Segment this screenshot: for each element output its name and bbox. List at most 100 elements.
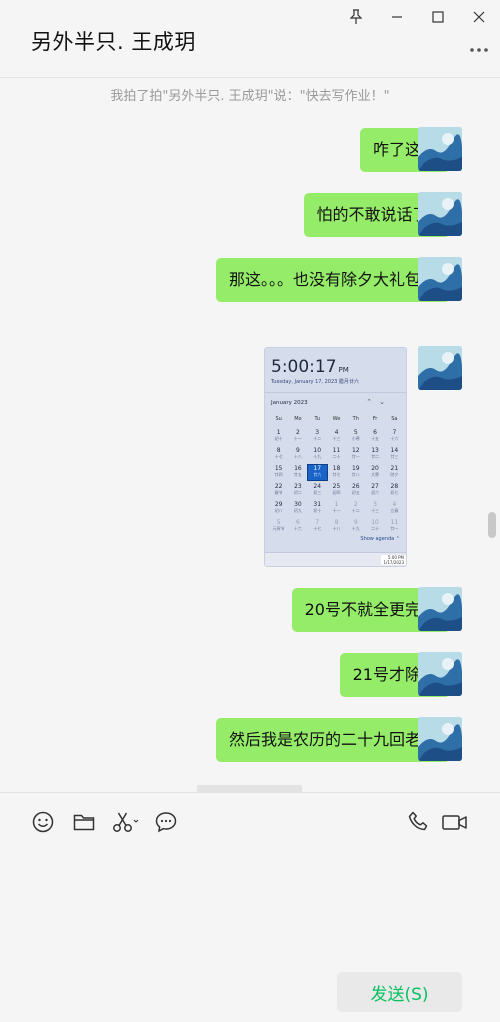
avatar[interactable] — [418, 257, 462, 301]
calendar-day: 24 初三 — [308, 483, 327, 498]
pin-icon — [349, 9, 363, 24]
calendar-lunar-date: 元宵节 — [272, 526, 285, 531]
calendar-day-number: 7 — [392, 429, 397, 436]
calendar-day: 21 除夕 — [385, 465, 404, 480]
taskbar: 5:00 PM 1/17/2023 — [265, 552, 406, 566]
calendar-day-number: 8 — [334, 519, 339, 526]
pin-button[interactable] — [343, 4, 369, 30]
close-button[interactable] — [466, 4, 492, 30]
chat-history-button[interactable] — [153, 809, 179, 835]
avatar[interactable] — [418, 652, 462, 696]
calendar-day-number: 18 — [332, 465, 341, 472]
calendar-lunar-date: 初三 — [313, 490, 322, 495]
calendar-day-number: 28 — [390, 483, 399, 490]
calendar-weekday: Th — [352, 416, 359, 422]
divider — [265, 392, 406, 393]
message-row: 咋了这是 — [32, 128, 462, 172]
calendar-lunar-date: 初六 — [371, 490, 380, 495]
calendar-day-number: 9 — [296, 447, 300, 454]
chat-bubble-icon — [155, 812, 177, 833]
scissors-icon — [113, 812, 139, 832]
calendar-day: 17 廿六 — [306, 464, 328, 481]
image-message-calendar[interactable]: 5:00:17 PM Tuesday, January 17, 2023 腊月廿六… — [264, 347, 407, 567]
avatar[interactable] — [418, 587, 462, 631]
message-row: 21号才除夕 — [32, 653, 462, 697]
avatar-image — [418, 127, 462, 171]
calendar-lunar-date: 初八 — [274, 508, 283, 513]
calendar-lunar-date: 十七 — [274, 454, 283, 459]
calendar-day: 26 初五 — [346, 483, 365, 498]
minimize-button[interactable] — [384, 4, 410, 30]
calendar-day: 6 十五 — [365, 429, 384, 444]
more-options-button[interactable] — [468, 40, 490, 54]
calendar-day: 11 二十 — [327, 447, 346, 462]
calendar-day: 27 初六 — [365, 483, 384, 498]
calendar-lunar-date: 十六 — [293, 526, 302, 531]
message-bubble[interactable]: 然后我是农历的二十九回老家 — [215, 718, 457, 762]
file-button[interactable] — [71, 809, 97, 835]
emoji-icon — [32, 811, 54, 833]
calendar-lunar-date: 十二 — [313, 436, 322, 441]
calendar-lunar-date: 十五 — [371, 436, 380, 441]
calendar-day-number: 12 — [351, 447, 360, 454]
calendar-lunar-date: 廿八 — [351, 472, 360, 477]
calendar-day: 9 十九 — [346, 519, 365, 534]
calendar-day-number: 14 — [390, 447, 399, 454]
send-button[interactable]: 发送(S) — [337, 972, 462, 1012]
calendar-day-number: 25 — [332, 483, 341, 490]
calendar-lunar-date: 十八 — [332, 526, 341, 531]
message-row: 怕的不敢说话了? — [32, 193, 462, 237]
calendar-day-number: 16 — [294, 465, 302, 472]
screenshot-button[interactable] — [111, 809, 141, 835]
calendar-day: 25 初四 — [327, 483, 346, 498]
calendar-lunar-date: 初四 — [332, 490, 341, 495]
avatar-image — [418, 652, 462, 696]
calendar-day: 16 廿五 — [288, 465, 307, 480]
message-bubble[interactable]: 那这。。。也没有除夕大礼包啊 — [215, 258, 457, 302]
calendar-day: 8 十七 — [269, 447, 288, 462]
title-bar: 另外半只. 王成玥 — [0, 0, 500, 78]
avatar[interactable] — [418, 346, 462, 390]
emoji-button[interactable] — [30, 809, 56, 835]
calendar-lunar-date: 廿一 — [351, 454, 360, 459]
calendar-lunar-date: 十七 — [313, 526, 322, 531]
calendar-day: 12 廿一 — [346, 447, 365, 462]
calendar-day-number: 20 — [371, 465, 379, 472]
video-icon — [442, 815, 467, 830]
calendar-day: 1 十一 — [327, 501, 346, 516]
calendar-day-number: 10 — [313, 447, 322, 454]
calendar-weekday: Fr — [372, 416, 378, 422]
message-row: 20号不就全更完了 — [32, 588, 462, 632]
calendar-lunar-date: 初十 — [313, 508, 322, 513]
calendar-lunar-date: 大寒 — [371, 472, 380, 477]
calendar-month: January 2023 — [271, 400, 308, 406]
calendar-day: 8 十八 — [327, 519, 346, 534]
calendar-lunar-date: 十八 — [293, 454, 302, 459]
calendar-day: 3 十三 — [365, 501, 384, 516]
calendar-day-number: 24 — [313, 483, 322, 490]
month-nav-arrows: ⌃⌄ — [366, 398, 392, 406]
calendar-day-number: 22 — [274, 483, 283, 490]
chat-scrollbar[interactable] — [488, 512, 496, 538]
avatar[interactable] — [418, 127, 462, 171]
clock-date: Tuesday, January 17, 2023 腊月廿六 — [271, 379, 359, 385]
calendar-day-number: 27 — [371, 483, 379, 490]
chat-area[interactable]: 我拍了拍"另外半只. 王成玥"说："快去写作业！" 咋了这是 怕的不敢说话了? … — [0, 79, 500, 792]
calendar-lunar-date: 二十 — [371, 526, 380, 531]
avatar[interactable] — [418, 192, 462, 236]
calendar-day-number: 1 — [276, 429, 281, 436]
calendar-day-number: 19 — [351, 465, 360, 472]
message-input[interactable] — [0, 848, 500, 968]
calendar-lunar-date: 立春 — [390, 508, 399, 513]
avatar-image — [418, 346, 462, 390]
calendar-lunar-date: 十一 — [293, 436, 302, 441]
voice-call-button[interactable] — [406, 809, 432, 835]
calendar-lunar-date: 除夕 — [390, 472, 399, 477]
calendar-day-number: 3 — [315, 429, 320, 436]
taskbar-clock: 5:00 PM 1/17/2023 — [381, 555, 406, 565]
avatar[interactable] — [418, 717, 462, 761]
maximize-button[interactable] — [425, 4, 451, 30]
message-row: 那这。。。也没有除夕大礼包啊 — [32, 258, 462, 302]
video-call-button[interactable] — [441, 809, 469, 835]
calendar-day: 3 十二 — [308, 429, 327, 444]
